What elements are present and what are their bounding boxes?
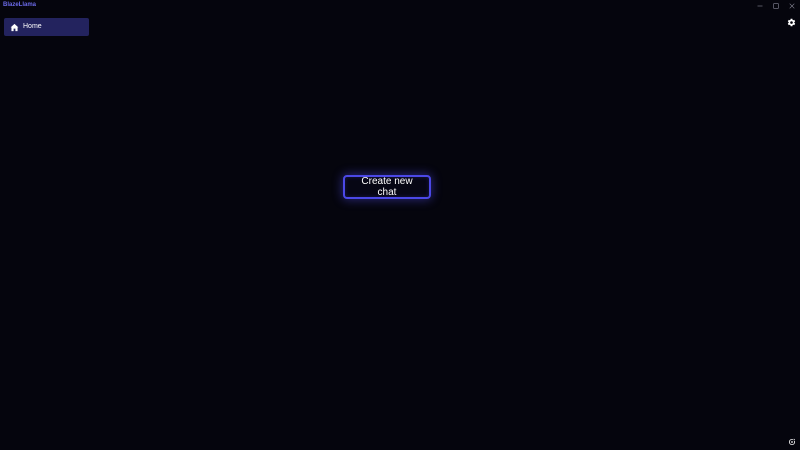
close-icon — [789, 2, 795, 9]
sidebar-item-label: Home — [23, 23, 42, 30]
settings-button[interactable] — [787, 18, 796, 27]
close-button[interactable] — [784, 0, 800, 11]
maximize-button[interactable] — [768, 0, 784, 11]
refresh-button[interactable] — [788, 438, 796, 446]
app-window: BlazeLlama Home Create new chat — [0, 0, 800, 450]
sidebar-item-home[interactable]: Home — [4, 18, 89, 36]
minimize-button[interactable] — [752, 0, 768, 11]
refresh-icon — [788, 433, 796, 450]
app-title: BlazeLlama — [3, 2, 37, 8]
home-icon — [10, 23, 19, 32]
minimize-icon — [757, 3, 763, 9]
window-controls — [752, 0, 800, 11]
title-bar: BlazeLlama — [0, 0, 800, 11]
create-new-chat-button[interactable]: Create new chat — [343, 175, 431, 199]
maximize-icon — [773, 2, 779, 9]
gear-icon — [787, 14, 796, 32]
